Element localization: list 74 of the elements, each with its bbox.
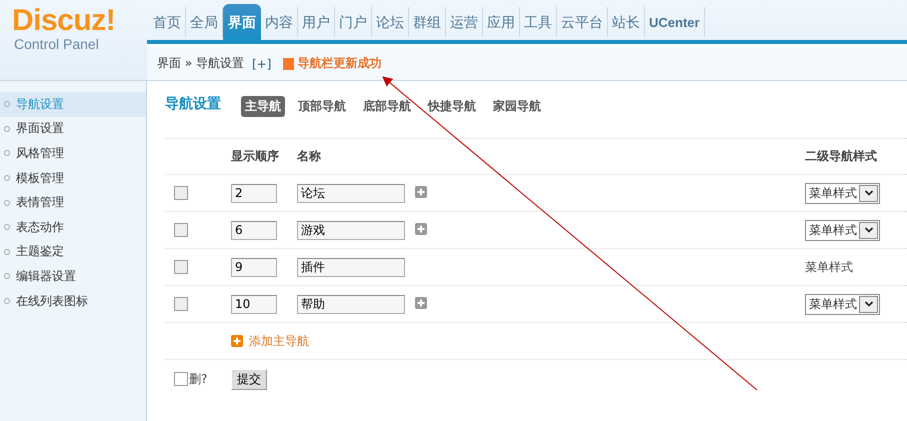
- nav-tab[interactable]: 首页: [149, 7, 186, 37]
- delete-checkbox[interactable]: [174, 372, 188, 386]
- plus-icon: [231, 335, 243, 347]
- plus-icon: [415, 186, 427, 198]
- nav-tab[interactable]: 站长: [608, 7, 645, 37]
- nav-tab[interactable]: 内容: [261, 7, 298, 37]
- add-shortcut-link[interactable]: [+]: [252, 56, 272, 70]
- nav-tab[interactable]: 应用: [483, 7, 520, 37]
- plus-icon: [415, 222, 427, 234]
- nav-tab[interactable]: 界面: [223, 4, 261, 40]
- add-icon[interactable]: [415, 222, 427, 238]
- nav-tab[interactable]: 论坛: [372, 7, 409, 37]
- tab[interactable]: 主导航: [241, 96, 285, 117]
- sidebar-item[interactable]: 表态动作: [0, 214, 146, 240]
- column-header: 二级导航样式: [805, 149, 877, 163]
- order-field[interactable]: 2: [231, 184, 277, 202]
- bullet-icon: [4, 126, 10, 132]
- bullet-icon: [4, 150, 10, 156]
- column-header: 名称: [297, 148, 321, 165]
- name-field[interactable]: 帮助: [297, 294, 405, 314]
- name-field[interactable]: 游戏: [297, 220, 405, 240]
- tab[interactable]: 顶部导航: [294, 96, 350, 117]
- order-field[interactable]: 6: [231, 220, 277, 240]
- bullet-icon: [4, 273, 10, 280]
- nav-tab[interactable]: 云平台: [557, 7, 608, 37]
- nav-tab[interactable]: 群组: [409, 7, 446, 37]
- checkbox[interactable]: [174, 260, 188, 274]
- checkbox[interactable]: [174, 223, 188, 237]
- style-dropdown[interactable]: 菜单样式: [805, 294, 880, 314]
- logo-title: Discuz!: [12, 6, 116, 36]
- sidebar-item[interactable]: 风格管理: [0, 141, 146, 166]
- order-field[interactable]: 9: [231, 258, 277, 276]
- nav-tab[interactable]: 运营: [446, 7, 483, 37]
- style-dropdown[interactable]: 菜单样式: [805, 182, 880, 204]
- sidebar-item[interactable]: 主题鉴定: [0, 240, 146, 264]
- checkbox[interactable]: [174, 186, 188, 200]
- order-field[interactable]: 10: [231, 294, 277, 314]
- logo-subtitle: Control Panel: [14, 36, 100, 52]
- nav-tab[interactable]: 用户: [298, 7, 335, 37]
- tab[interactable]: 底部导航: [359, 96, 415, 117]
- bullet-icon: [4, 298, 10, 304]
- bullet-icon: [4, 200, 10, 206]
- nav-tab[interactable]: 工具: [520, 7, 557, 37]
- style-dropdown[interactable]: 菜单样式: [805, 220, 880, 240]
- plus-icon: [415, 296, 427, 308]
- chevron-down-icon: [864, 189, 874, 197]
- name-field[interactable]: 论坛: [297, 184, 405, 202]
- nav-tab[interactable]: UCenter: [645, 7, 705, 37]
- bullet-icon: [4, 248, 10, 255]
- bullet-icon: [4, 101, 10, 108]
- nav-tab[interactable]: 门户: [335, 7, 372, 37]
- column-header: 显示顺序: [231, 149, 279, 163]
- sidebar-item[interactable]: 界面设置: [0, 116, 146, 142]
- chevron-down-icon: [864, 300, 874, 308]
- sidebar-item[interactable]: 模板管理: [0, 166, 146, 190]
- sidebar-item[interactable]: 编辑器设置: [0, 264, 146, 289]
- submit-button[interactable]: 提交: [231, 368, 267, 390]
- add-icon[interactable]: [415, 296, 427, 312]
- bullet-icon: [4, 175, 10, 182]
- success-message: 导航栏更新成功: [297, 55, 382, 72]
- delete-label: 删?: [189, 370, 208, 388]
- name-field[interactable]: 插件: [297, 258, 405, 276]
- page-title: 导航设置: [165, 95, 221, 113]
- tab[interactable]: 家园导航: [489, 96, 545, 117]
- bullet-icon: [4, 224, 10, 230]
- tab[interactable]: 快捷导航: [424, 96, 480, 117]
- chevron-down-icon: [864, 226, 874, 234]
- breadcrumb: 界面 » 导航设置: [157, 55, 244, 72]
- style-text: 菜单样式: [805, 260, 853, 274]
- add-icon[interactable]: [415, 186, 427, 200]
- sidebar-item[interactable]: 在线列表图标: [0, 288, 146, 314]
- square-icon: [283, 58, 294, 70]
- sidebar-item[interactable]: 表情管理: [0, 190, 146, 215]
- checkbox[interactable]: [174, 297, 188, 311]
